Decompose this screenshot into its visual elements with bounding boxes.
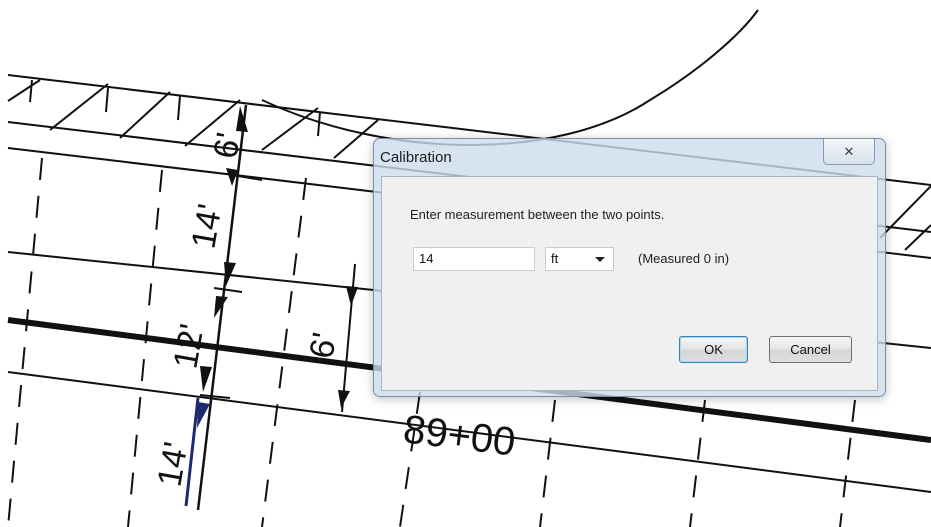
curve-line bbox=[261, 9, 759, 146]
station-label: 89+00 bbox=[401, 407, 518, 464]
dimension-line bbox=[196, 104, 248, 511]
close-button[interactable]: ✕ bbox=[823, 139, 875, 165]
cancel-button[interactable]: Cancel bbox=[769, 336, 852, 363]
ok-label: OK bbox=[704, 342, 723, 357]
unit-value: ft bbox=[551, 251, 559, 266]
measured-readout: (Measured 0 in) bbox=[638, 251, 730, 266]
dimension-label: 14' bbox=[150, 439, 195, 489]
unit-dropdown[interactable]: ft bbox=[545, 247, 614, 271]
close-icon: ✕ bbox=[843, 143, 855, 159]
instruction-text: Enter measurement between the two points… bbox=[410, 207, 665, 222]
dialog-body: Enter measurement between the two points… bbox=[381, 176, 878, 391]
dimension-label: 12' bbox=[166, 321, 211, 371]
measurement-input[interactable]: 14 bbox=[413, 247, 535, 271]
chevron-down-icon bbox=[595, 257, 605, 262]
calibration-dialog: Calibration ✕ Enter measurement between … bbox=[373, 138, 886, 397]
ok-button[interactable]: OK bbox=[679, 336, 748, 363]
dimension-label: 6' bbox=[302, 330, 344, 362]
dimension-label: 14' bbox=[184, 201, 229, 251]
cancel-label: Cancel bbox=[790, 342, 831, 357]
dialog-title: Calibration bbox=[380, 149, 452, 166]
